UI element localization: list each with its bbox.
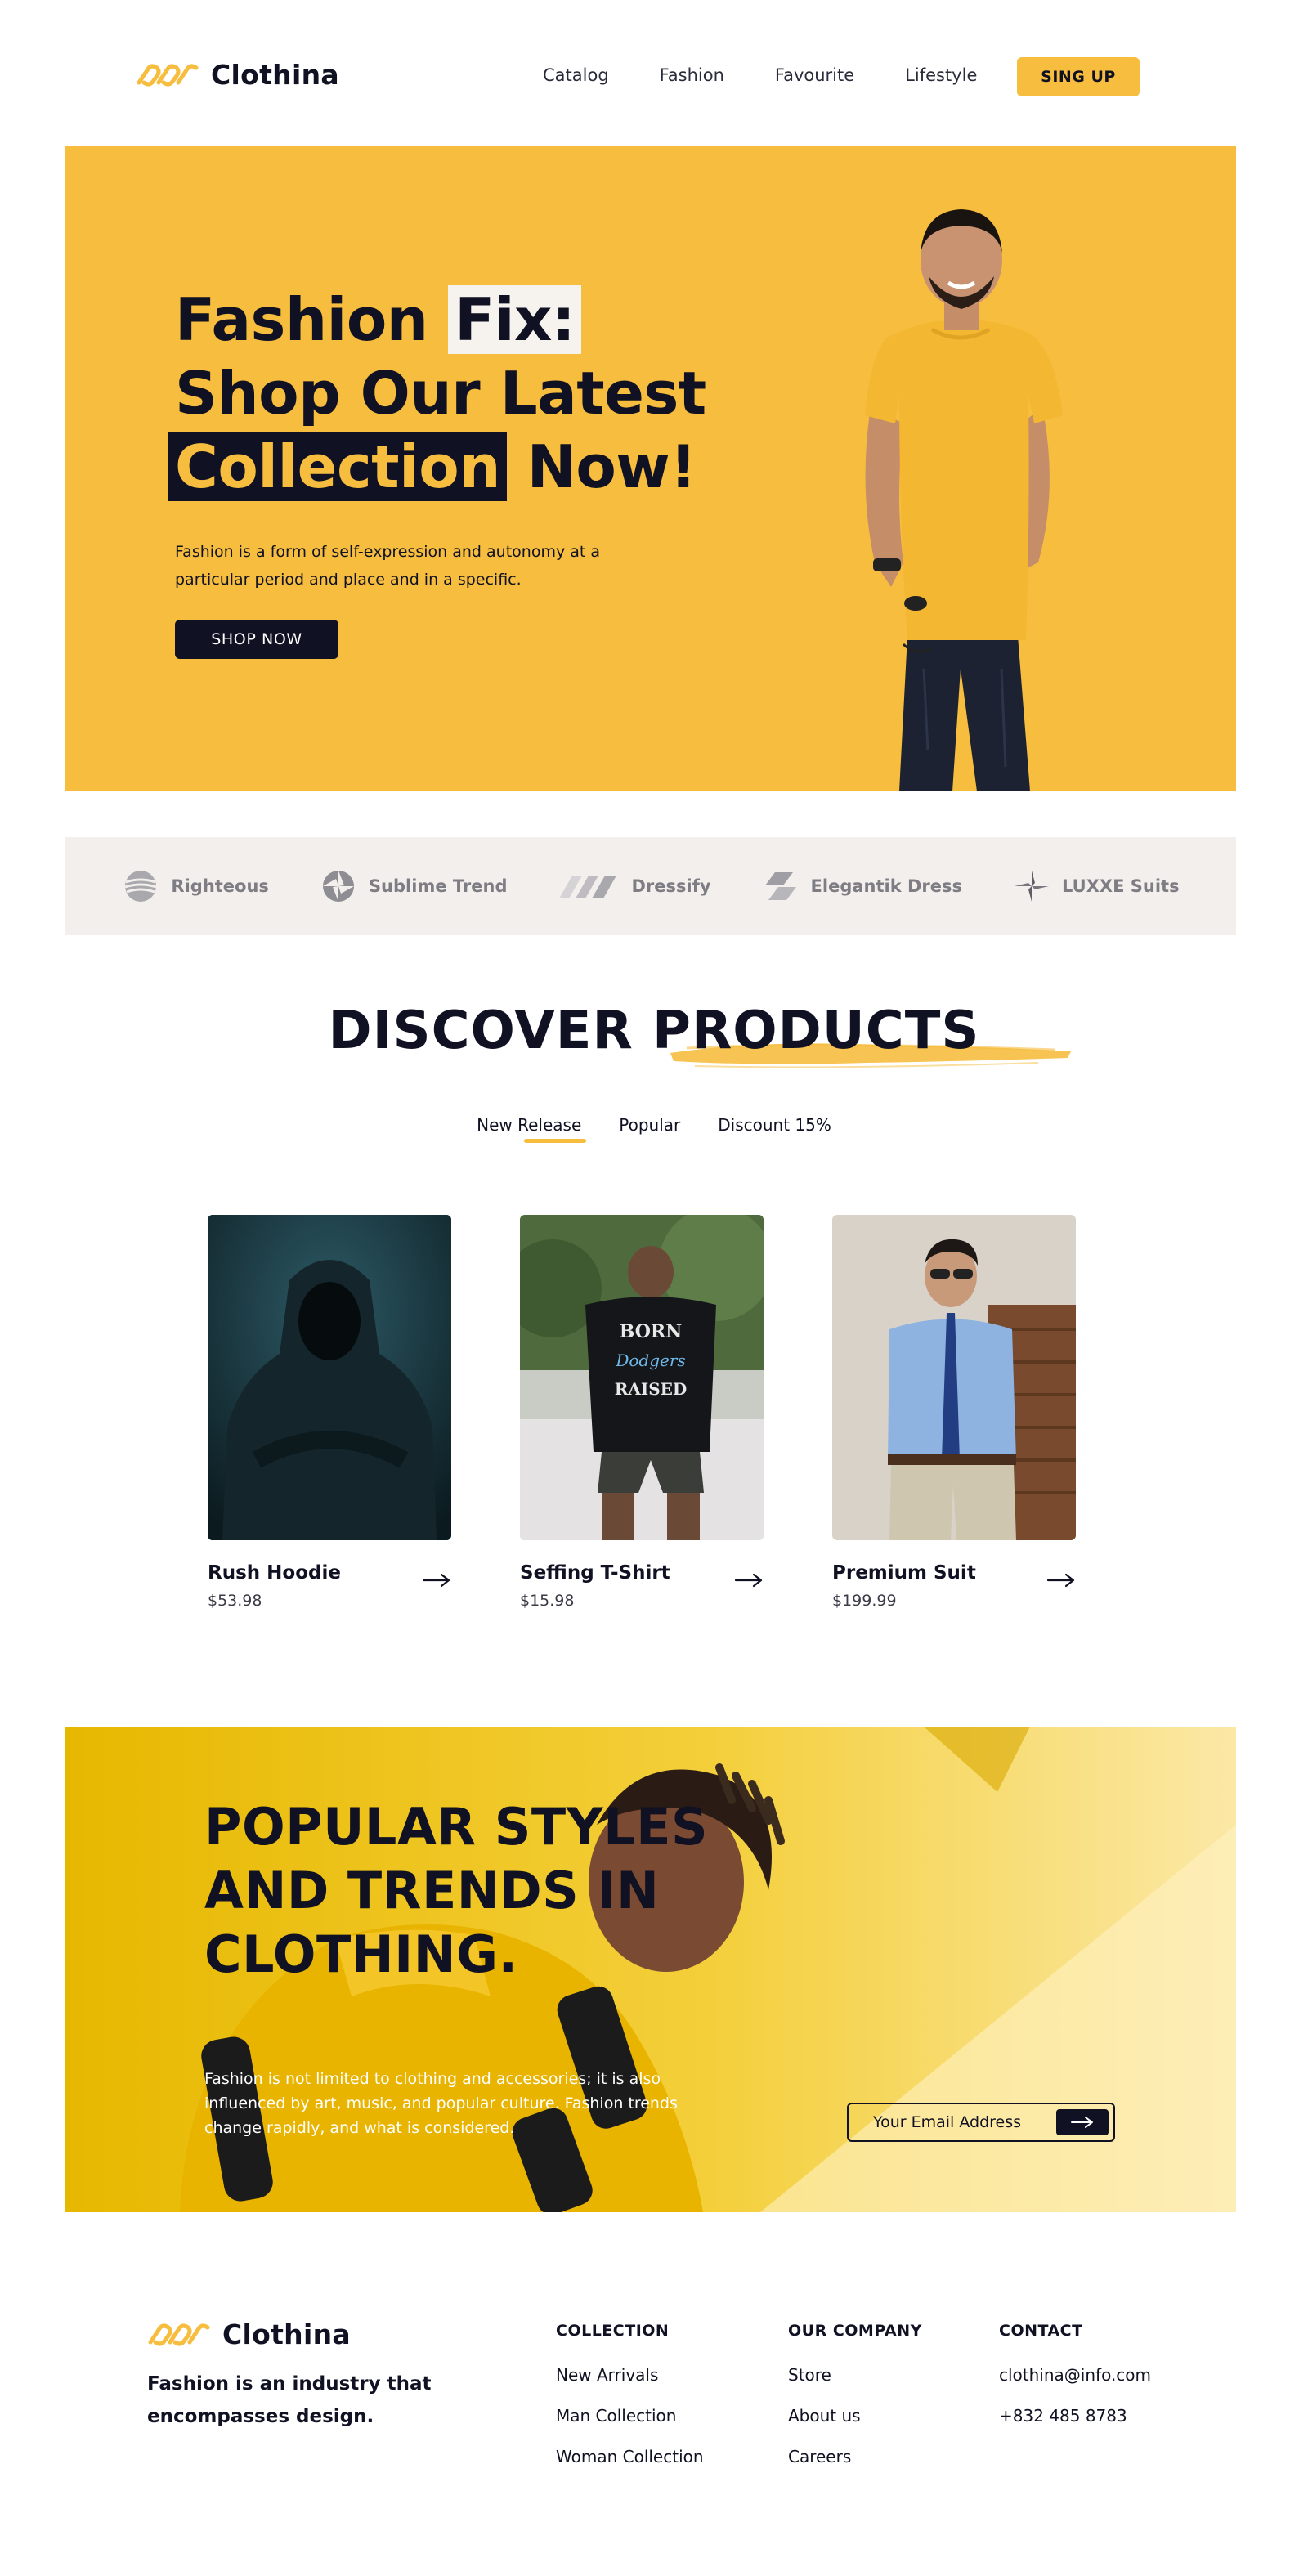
footer-column-title: COLLECTION bbox=[556, 2322, 670, 2340]
tab-popular[interactable]: Popular bbox=[619, 1115, 680, 1135]
tab-new-release[interactable]: New Release bbox=[477, 1115, 587, 1143]
product-image-suit bbox=[832, 1215, 1076, 1540]
footer-column-title: CONTACT bbox=[999, 2322, 1083, 2340]
svg-text:BORN: BORN bbox=[620, 1321, 683, 1342]
footer-tagline: Fashion is an industry that encompasses … bbox=[147, 2373, 432, 2427]
popular-styles-banner: POPULAR STYLES AND TRENDS IN CLOTHING. F… bbox=[65, 1727, 1236, 2212]
product-name: Rush Hoodie bbox=[208, 1562, 341, 1584]
popular-title-line: CLOTHING. bbox=[204, 1924, 518, 1984]
brand-logos-strip: Righteous Sublime Trend Dressify Elegant… bbox=[65, 837, 1236, 935]
product-name: Premium Suit bbox=[832, 1562, 976, 1584]
footer-logo-text: Clothina bbox=[222, 2318, 351, 2350]
product-grid: Rush Hoodie $53.98 BORN Dodgers RAISED S… bbox=[208, 1207, 1076, 1611]
product-price: $199.99 bbox=[832, 1592, 897, 1610]
discover-title: DISCOVER PRODUCTS bbox=[328, 1001, 980, 1061]
hero-title: Fashion Fix: Shop Our Latest Collection … bbox=[168, 283, 706, 504]
product-card[interactable]: Rush Hoodie $53.98 bbox=[208, 1215, 451, 1611]
footer-column-company: OUR COMPANY Store About us Careers bbox=[788, 2322, 922, 2487]
brand-name: Sublime Trend bbox=[368, 876, 508, 896]
brand-name: Righteous bbox=[171, 876, 269, 896]
signup-button[interactable]: SING UP bbox=[1017, 57, 1140, 96]
nav-item-favourite[interactable]: Favourite bbox=[775, 65, 854, 85]
site-footer: Clothina Fashion is an industry that enc… bbox=[0, 2256, 1308, 2576]
stacked-parallelogram-icon bbox=[764, 872, 796, 900]
brand-righteous[interactable]: Righteous bbox=[122, 869, 269, 903]
hero-title-highlight-fix: Fix: bbox=[448, 285, 582, 354]
footer-link-about-us[interactable]: About us bbox=[788, 2405, 922, 2426]
popular-title-line: AND TRENDS IN bbox=[204, 1861, 660, 1920]
logo[interactable]: Clothina bbox=[136, 59, 339, 91]
arrow-right-icon bbox=[1071, 2117, 1093, 2128]
footer-link-new-arrivals[interactable]: New Arrivals bbox=[556, 2364, 704, 2386]
hero-model-image bbox=[865, 209, 1063, 791]
brand-name: Dressify bbox=[631, 876, 711, 896]
hero-title-part1: Fashion bbox=[175, 285, 428, 354]
arrow-right-icon[interactable] bbox=[422, 1572, 451, 1588]
discover-heading: DISCOVER PRODUCTS bbox=[0, 999, 1308, 1073]
hero-title-highlight-collection: Collection bbox=[168, 432, 507, 501]
footer-logo[interactable]: Clothina bbox=[147, 2318, 351, 2350]
product-info: Premium Suit $199.99 bbox=[832, 1562, 1076, 1611]
site-header: Clothina Catalog Fashion Favourite Lifes… bbox=[0, 0, 1308, 146]
sphere-stripes-icon bbox=[124, 871, 157, 902]
product-price: $15.98 bbox=[520, 1592, 575, 1610]
footer-link-phone[interactable]: +832 485 8783 bbox=[999, 2405, 1151, 2426]
brand-dressify[interactable]: Dressify bbox=[558, 869, 711, 903]
svg-text:RAISED: RAISED bbox=[615, 1379, 688, 1399]
footer-column-contact: CONTACT clothina@info.com +832 485 8783 bbox=[999, 2322, 1151, 2446]
pinwheel-icon bbox=[1015, 871, 1050, 902]
footer-column-title: OUR COMPANY bbox=[788, 2322, 922, 2340]
hero-title-part3: Now! bbox=[526, 432, 697, 501]
tab-discount[interactable]: Discount 15% bbox=[718, 1115, 831, 1135]
parallelogram-stripes-icon bbox=[559, 876, 617, 898]
popular-title-line: POPULAR STYLES bbox=[204, 1797, 709, 1857]
hero-banner: Fashion Fix: Shop Our Latest Collection … bbox=[65, 146, 1236, 791]
brand-luxxe-suits[interactable]: LUXXE Suits bbox=[1013, 869, 1180, 903]
brand-sublime-trend[interactable]: Sublime Trend bbox=[320, 869, 508, 903]
brand-name: LUXXE Suits bbox=[1062, 876, 1180, 896]
nav-item-catalog[interactable]: Catalog bbox=[543, 65, 609, 85]
newsletter-form bbox=[847, 2103, 1115, 2142]
product-name: Seffing T-Shirt bbox=[520, 1562, 670, 1584]
infinity-logo-icon bbox=[137, 64, 199, 86]
product-tabs: New Release Popular Discount 15% bbox=[0, 1115, 1308, 1143]
footer-link-careers[interactable]: Careers bbox=[788, 2446, 922, 2467]
footer-link-store[interactable]: Store bbox=[788, 2364, 922, 2386]
product-card[interactable]: BORN Dodgers RAISED Seffing T-Shirt $15.… bbox=[504, 1207, 773, 1611]
popular-styles-description: Fashion is not limited to clothing and a… bbox=[204, 2070, 678, 2137]
footer-link-man-collection[interactable]: Man Collection bbox=[556, 2405, 704, 2426]
product-info: Rush Hoodie $53.98 bbox=[208, 1562, 451, 1611]
hero-description: Fashion is a form of self-expression and… bbox=[175, 543, 601, 589]
product-price: $53.98 bbox=[208, 1592, 262, 1610]
email-submit-button[interactable] bbox=[1056, 2109, 1109, 2135]
aperture-icon bbox=[322, 871, 354, 902]
shop-now-button[interactable]: SHOP NOW bbox=[175, 620, 338, 659]
infinity-logo-icon bbox=[148, 2323, 210, 2345]
main-nav: Catalog Fashion Favourite Lifestyle bbox=[543, 65, 977, 85]
arrow-right-icon[interactable] bbox=[734, 1572, 764, 1588]
hero-title-line2: Shop Our Latest bbox=[175, 359, 706, 428]
popular-styles-title: POPULAR STYLES AND TRENDS IN CLOTHING. bbox=[204, 1795, 708, 1987]
footer-link-email[interactable]: clothina@info.com bbox=[999, 2364, 1151, 2386]
logo-text: Clothina bbox=[211, 59, 339, 91]
nav-item-lifestyle[interactable]: Lifestyle bbox=[905, 65, 977, 85]
footer-link-woman-collection[interactable]: Woman Collection bbox=[556, 2446, 704, 2467]
arrow-right-icon[interactable] bbox=[1046, 1572, 1076, 1588]
product-image-tshirt: BORN Dodgers RAISED bbox=[504, 1207, 773, 1540]
product-card[interactable]: Premium Suit $199.99 bbox=[832, 1215, 1076, 1611]
svg-text:Dodgers: Dodgers bbox=[615, 1351, 685, 1370]
email-input[interactable] bbox=[873, 2113, 1053, 2131]
product-info: Seffing T-Shirt $15.98 bbox=[520, 1562, 764, 1611]
nav-item-fashion[interactable]: Fashion bbox=[660, 65, 724, 85]
product-image-hoodie bbox=[208, 1215, 451, 1540]
brand-elegantik-dress[interactable]: Elegantik Dress bbox=[762, 869, 962, 903]
brand-name: Elegantik Dress bbox=[810, 876, 963, 896]
footer-column-collection: COLLECTION New Arrivals Man Collection W… bbox=[556, 2322, 704, 2487]
